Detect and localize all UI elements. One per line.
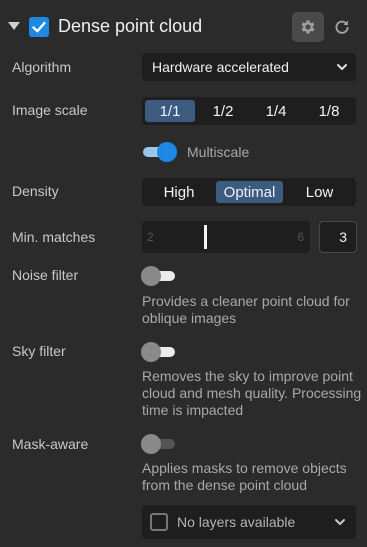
density-selector: High Optimal Low (142, 178, 356, 206)
image-scale-option-1-4[interactable]: 1/4 (251, 100, 301, 122)
density-option-high[interactable]: High (145, 181, 213, 203)
settings-button[interactable] (292, 12, 324, 42)
noise-filter-description: Provides a cleaner point cloud for obliq… (142, 293, 350, 326)
algorithm-value: Hardware accelerated (152, 59, 289, 75)
slider-thumb[interactable] (204, 225, 207, 249)
caret-down-icon[interactable] (8, 22, 20, 30)
noise-filter-toggle[interactable] (141, 265, 177, 287)
density-option-optimal[interactable]: Optimal (216, 181, 283, 203)
multiscale-label: Multiscale (187, 144, 250, 160)
image-scale-option-1-1[interactable]: 1/1 (145, 100, 195, 122)
image-scale-option-1-2[interactable]: 1/2 (198, 100, 248, 122)
sky-filter-toggle[interactable] (141, 341, 177, 363)
algorithm-select[interactable]: Hardware accelerated (142, 53, 356, 81)
reset-button[interactable] (329, 12, 355, 42)
density-option-low[interactable]: Low (286, 181, 353, 203)
panel-header: Dense point cloud (0, 0, 367, 54)
noise-filter-label: Noise filter (12, 267, 79, 283)
min-matches-input[interactable]: 3 (319, 221, 357, 253)
check-icon (32, 21, 46, 33)
image-scale-selector: 1/1 1/2 1/4 1/8 (142, 97, 356, 125)
mask-aware-label: Mask-aware (12, 436, 89, 452)
chevron-down-icon (337, 64, 347, 70)
sky-filter-description: Removes the sky to improve point cloud a… (142, 368, 362, 418)
layers-placeholder: No layers available (177, 514, 296, 530)
image-scale-option-1-8[interactable]: 1/8 (304, 100, 354, 122)
refresh-icon (335, 20, 349, 34)
multiscale-toggle[interactable] (141, 141, 177, 163)
min-matches-value: 3 (339, 229, 347, 245)
sky-filter-label: Sky filter (12, 343, 66, 359)
mask-aware-description: Applies masks to remove objects from the… (142, 460, 347, 493)
min-matches-slider[interactable]: 2 6 (142, 221, 310, 253)
slider-min-value: 2 (147, 230, 154, 244)
panel-title: Dense point cloud (58, 16, 203, 36)
density-label: Density (12, 183, 59, 199)
enable-checkbox[interactable] (29, 17, 49, 37)
slider-max-value: 6 (297, 230, 304, 244)
mask-layers-select[interactable]: No layers available (142, 505, 356, 539)
mask-aware-toggle[interactable] (141, 433, 177, 455)
min-matches-label: Min. matches (12, 229, 96, 245)
chevron-down-icon (335, 519, 345, 525)
gear-icon (301, 20, 315, 34)
algorithm-label: Algorithm (12, 59, 72, 75)
image-scale-label: Image scale (12, 102, 88, 118)
layers-checkbox[interactable] (150, 513, 168, 531)
